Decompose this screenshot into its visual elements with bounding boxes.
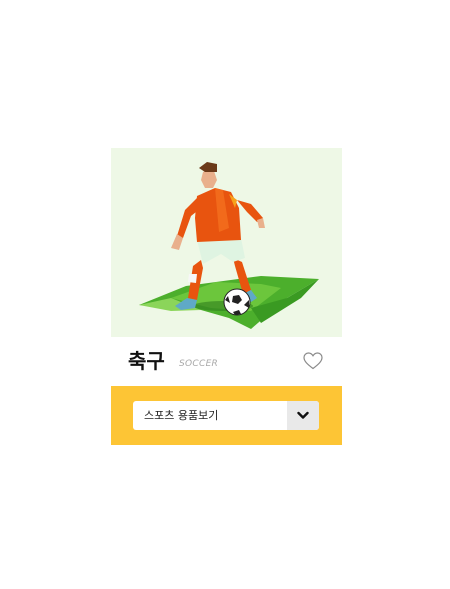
product-card: 축구 SOCCER 스포츠 용품보기: [111, 148, 342, 445]
sports-goods-dropdown[interactable]: 스포츠 용품보기: [133, 401, 319, 430]
card-footer: 스포츠 용품보기: [111, 386, 342, 445]
card-info: 축구 SOCCER: [111, 337, 342, 386]
heart-icon: [303, 352, 323, 370]
favorite-button[interactable]: [303, 352, 323, 370]
card-title: 축구: [128, 349, 165, 373]
soccer-player-illustration: [111, 148, 342, 338]
dropdown-selected-value: 스포츠 용품보기: [144, 409, 219, 422]
dropdown-toggle[interactable]: [287, 401, 319, 430]
card-subtitle: SOCCER: [179, 359, 219, 369]
chevron-down-icon: [297, 411, 309, 419]
